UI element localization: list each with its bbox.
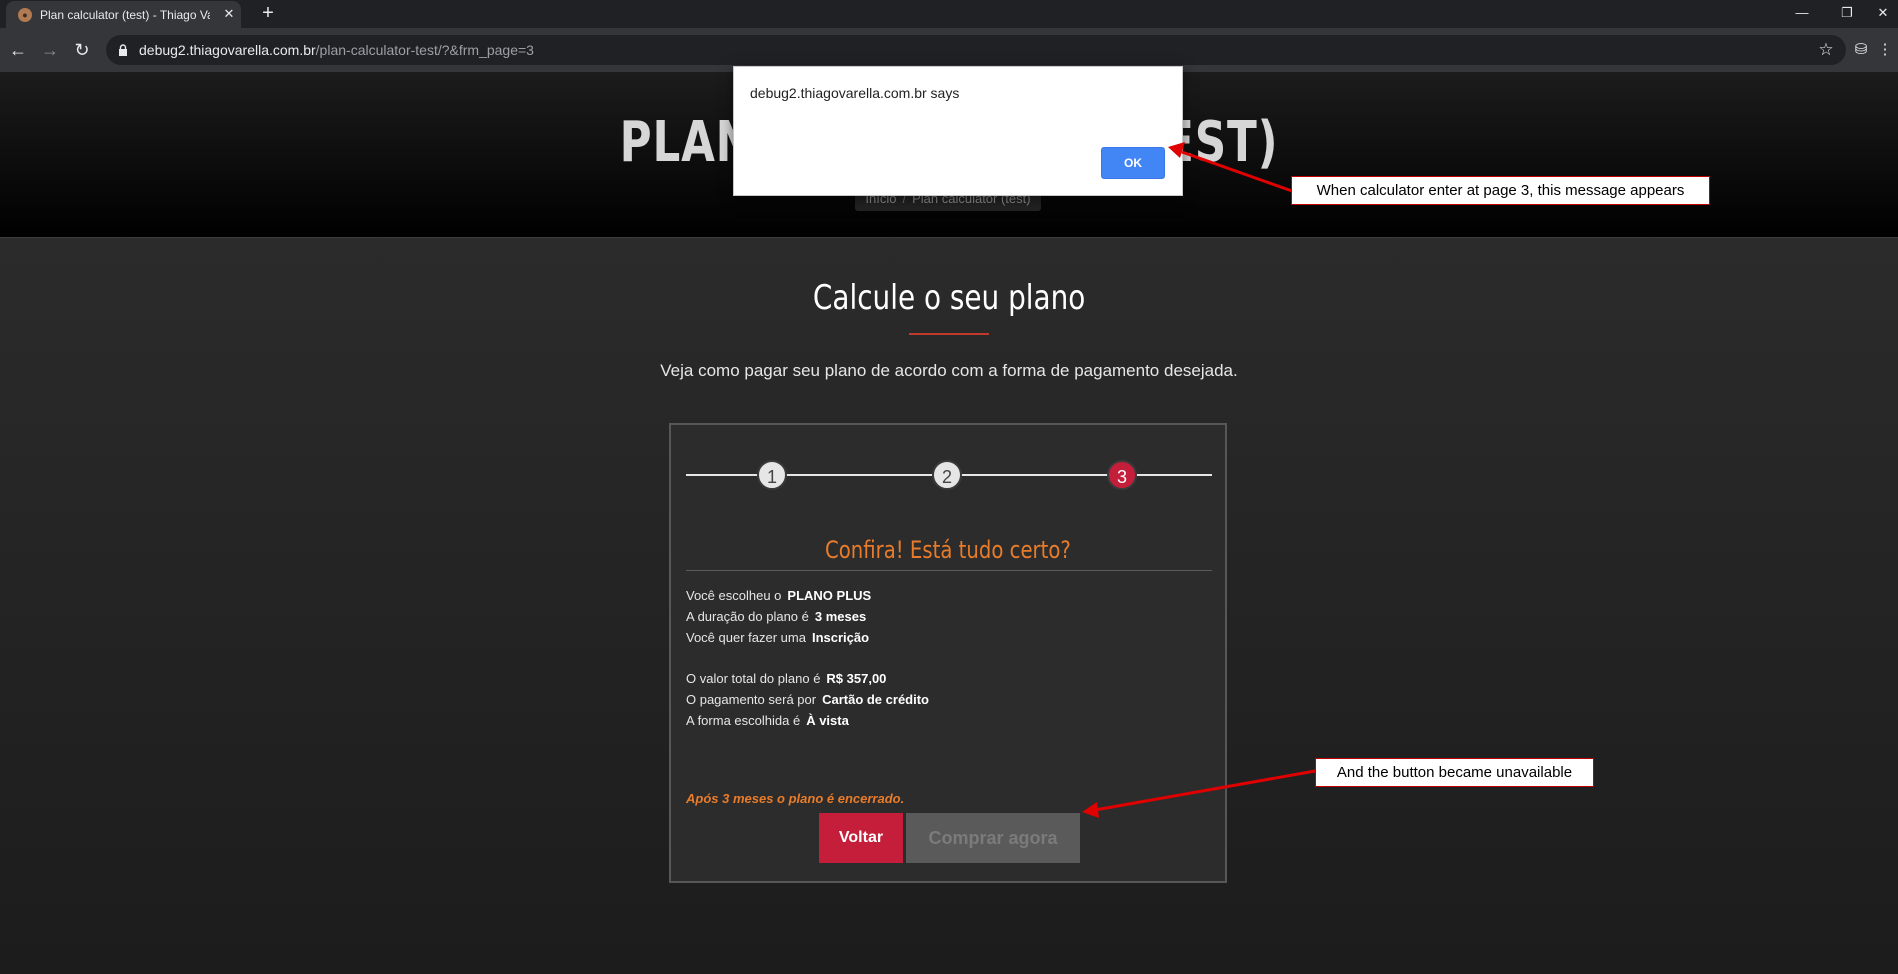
annotation-dialog-note: When calculator enter at page 3, this me… <box>1291 176 1710 205</box>
arrow-to-dialog <box>1168 142 1293 193</box>
annotation-button-note: And the button became unavailable <box>1315 758 1594 787</box>
annotation-arrows <box>1082 142 1316 818</box>
arrow-to-button <box>1082 769 1316 818</box>
